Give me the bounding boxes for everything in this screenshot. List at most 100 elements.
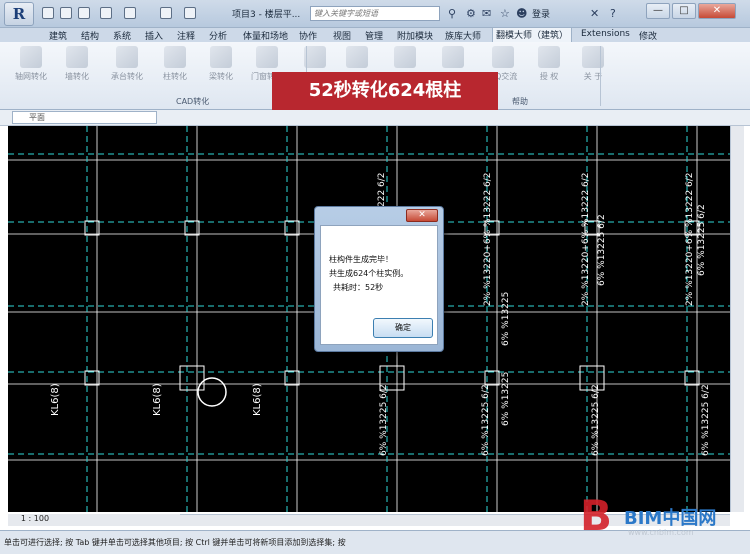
column-outline	[179, 365, 205, 391]
ribbon-panel-title: 帮助	[512, 97, 528, 106]
view-control-bar[interactable]	[62, 514, 180, 526]
ribbon-separator	[600, 46, 601, 106]
favorites-icon[interactable]: ☆	[500, 7, 510, 20]
customize-qat-icon[interactable]	[184, 7, 196, 19]
promo-banner: 52秒转化624根柱	[272, 72, 498, 110]
tab-1[interactable]: 结构	[78, 29, 102, 42]
measure-icon[interactable]	[160, 7, 172, 19]
tab-8[interactable]: 视图	[330, 29, 354, 42]
communication-icon[interactable]: ✉	[482, 7, 491, 20]
tab-4[interactable]: 注释	[174, 29, 198, 42]
view-scale[interactable]: 1 : 100	[8, 514, 62, 526]
column-annotation: 6% %13225 6/2	[591, 384, 601, 456]
undo-icon[interactable]	[100, 7, 112, 19]
ribbon-tool-icon	[394, 46, 416, 68]
tab-0[interactable]: 建筑	[46, 29, 70, 42]
tab-14[interactable]: 修改	[636, 29, 660, 42]
watermark-name: BIM中国网	[624, 508, 717, 529]
column-annotation: 2% %13220+6% %13222 6/2	[581, 172, 591, 306]
tab-9[interactable]: 管理	[362, 29, 386, 42]
tab-11[interactable]: 族库大师	[442, 29, 484, 42]
ribbon-button-label: 承台转化	[111, 72, 143, 81]
dialog-message-line: 共生成624个柱实例。	[329, 269, 409, 278]
beam-label: KL6(8)	[50, 383, 61, 416]
selection-circle	[197, 377, 227, 407]
sync-icon[interactable]	[78, 7, 90, 19]
watermark: B BIM中国网 www.cnbim.com	[580, 494, 750, 544]
help-icon[interactable]: ?	[610, 7, 616, 20]
save-icon[interactable]	[60, 7, 72, 19]
ok-button[interactable]: 确定	[373, 318, 433, 338]
dialog-message-line: 共耗时：52秒	[333, 283, 384, 292]
dialog-body: 柱构件生成完毕！ 共生成624个柱实例。 共耗时：52秒 确定	[320, 225, 438, 345]
watermark-url: www.cnbim.com	[628, 528, 694, 537]
ribbon-tool-icon	[256, 46, 278, 68]
column-annotation: 2% %13220+6% %13222 6/2	[483, 172, 493, 306]
ribbon-tool-icon	[346, 46, 368, 68]
ribbon-tool-icon	[20, 46, 42, 68]
ribbon-tool-icon	[304, 46, 326, 68]
view-type-select[interactable]: 平面	[12, 111, 157, 124]
ribbon-button-11[interactable]: 授 权	[526, 44, 572, 88]
column-annotation: 6% %13225 6/2	[701, 384, 711, 456]
close-window-button[interactable]: ✕	[698, 3, 736, 19]
column-annotation: 6% %13225 6/2	[597, 214, 607, 286]
tab-2[interactable]: 系统	[110, 29, 134, 42]
search-input[interactable]: 键入关键字或短语	[310, 6, 440, 21]
tab-13[interactable]: Extensions	[578, 29, 633, 39]
ribbon-button-label: 柱转化	[163, 72, 187, 81]
ribbon-tool-icon	[164, 46, 186, 68]
tab-6[interactable]: 体量和场地	[240, 29, 291, 42]
ribbon-tool-icon	[538, 46, 560, 68]
column-annotation: 6% %13225 6/2	[481, 384, 491, 456]
ribbon-tool-icon	[66, 46, 88, 68]
ribbon-button-label: 梁转化	[209, 72, 233, 81]
exchange-icon[interactable]: ✕	[590, 7, 599, 20]
ribbon-tool-icon	[210, 46, 232, 68]
title-bar: R 项目3 - 楼层平... 键入关键字或短语 ⚲ ⚙ ✉ ☆ ☻ 登录 ✕ ?…	[0, 0, 750, 28]
ribbon-button-0[interactable]: 轴网转化	[8, 44, 54, 88]
ribbon-tool-icon	[116, 46, 138, 68]
ribbon-button-1[interactable]: 墙转化	[54, 44, 100, 88]
column-annotation: 6% %13225	[501, 292, 511, 346]
open-icon[interactable]	[42, 7, 54, 19]
subscription-icon[interactable]: ⚙	[466, 7, 476, 20]
tab-5[interactable]: 分析	[206, 29, 230, 42]
window-title: 项目3 - 楼层平...	[232, 10, 301, 20]
completion-dialog: ✕ 柱构件生成完毕！ 共生成624个柱实例。 共耗时：52秒 确定	[314, 206, 444, 352]
ribbon-button-2[interactable]: 承台转化	[104, 44, 150, 88]
ribbon-tool-icon	[492, 46, 514, 68]
application-menu-button[interactable]: R	[4, 2, 34, 26]
user-icon[interactable]: ☻	[516, 7, 527, 20]
ribbon-panel-title: CAD转化	[176, 97, 210, 106]
tab-10[interactable]: 附加模块	[394, 29, 436, 42]
column-annotation: 6% %13225	[501, 372, 511, 426]
ribbon-button-12[interactable]: 关 于	[570, 44, 616, 88]
vertical-scrollbar[interactable]	[730, 126, 744, 512]
ribbon-button-label: 授 权	[539, 72, 559, 81]
tab-3[interactable]: 插入	[142, 29, 166, 42]
minimize-button[interactable]: —	[646, 3, 670, 19]
column-annotation: 6% %13225 6/2	[379, 384, 389, 456]
beam-label: KL6(8)	[252, 383, 263, 416]
tab-7[interactable]: 协作	[296, 29, 320, 42]
column-annotation: 6% %13225 6/2	[697, 204, 707, 276]
beam-label: KL6(8)	[152, 383, 163, 416]
status-text: 单击可进行选择; 按 Tab 键并单击可选择其他项目; 按 Ctrl 键并单击可…	[4, 538, 346, 547]
watermark-logo: B	[580, 491, 613, 540]
redo-icon[interactable]	[124, 7, 136, 19]
properties-bar: 平面	[0, 110, 750, 126]
login-link[interactable]: 登录	[532, 7, 550, 20]
ribbon-button-label: 墙转化	[65, 72, 89, 81]
ribbon-button-4[interactable]: 梁转化	[198, 44, 244, 88]
dialog-message-line: 柱构件生成完毕！	[329, 255, 393, 264]
tab-12[interactable]: 翻模大师（建筑）	[492, 27, 573, 42]
dialog-close-button[interactable]: ✕	[406, 209, 438, 222]
ribbon-button-label: 轴网转化	[15, 72, 47, 81]
column-annotation: 2% %13220+6% %13222 6/2	[685, 172, 695, 306]
ribbon-tool-icon	[442, 46, 464, 68]
binoculars-icon[interactable]: ⚲	[448, 7, 456, 20]
ribbon-tabs: 建筑 结构 系统 插入 注释 分析 体量和场地 协作 视图 管理 附加模块 族库大师 翻模大师（建筑） E…	[0, 27, 750, 42]
maximize-button[interactable]: □	[672, 3, 696, 19]
ribbon-button-3[interactable]: 柱转化	[152, 44, 198, 88]
